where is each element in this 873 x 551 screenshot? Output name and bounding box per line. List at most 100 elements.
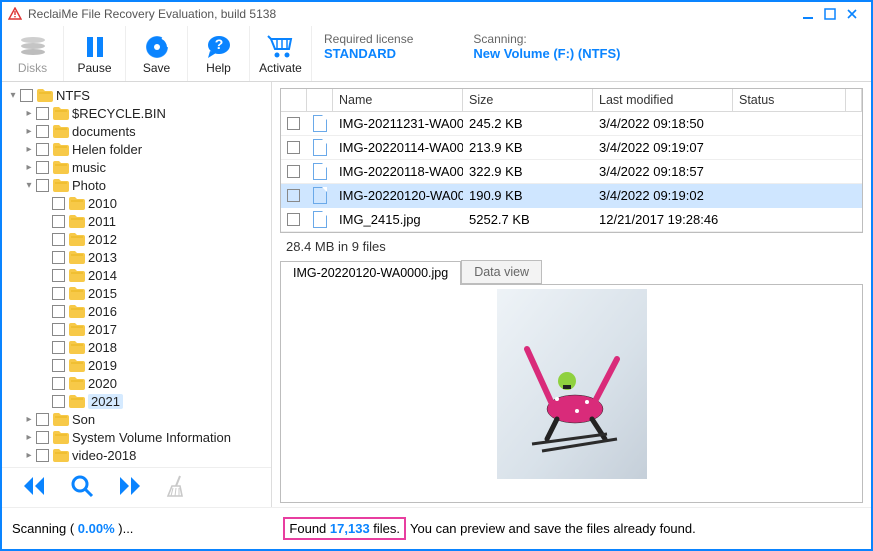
- tree-checkbox[interactable]: [36, 413, 49, 426]
- tree-checkbox[interactable]: [36, 125, 49, 138]
- tree-item[interactable]: ▸video-2019: [4, 464, 271, 467]
- row-checkbox[interactable]: [287, 213, 300, 226]
- tab-preview[interactable]: IMG-20220120-WA0000.jpg: [280, 261, 461, 285]
- close-button[interactable]: [845, 6, 865, 22]
- row-checkbox[interactable]: [287, 117, 300, 130]
- table-row[interactable]: IMG-20220120-WA00...190.9 KB3/4/2022 09:…: [281, 184, 862, 208]
- col-check[interactable]: [281, 89, 307, 112]
- table-row[interactable]: IMG-20220114-WA00...213.9 KB3/4/2022 09:…: [281, 136, 862, 160]
- save-button[interactable]: Save: [126, 26, 188, 81]
- tree-item[interactable]: 2015: [4, 284, 271, 302]
- expand-icon[interactable]: ▸: [22, 450, 36, 461]
- tree-item[interactable]: ▸$RECYCLE.BIN: [4, 104, 271, 122]
- cell-status: [733, 160, 846, 184]
- maximize-button[interactable]: [823, 6, 843, 22]
- tree-checkbox[interactable]: [52, 377, 65, 390]
- cell-name: IMG-20220118-WA00...: [333, 160, 463, 184]
- tree-item[interactable]: ▸Helen folder: [4, 140, 271, 158]
- tree-checkbox[interactable]: [36, 143, 49, 156]
- tree-checkbox[interactable]: [36, 179, 49, 192]
- cell-status: [733, 112, 846, 136]
- tree-item[interactable]: 2011: [4, 212, 271, 230]
- disks-button[interactable]: Disks: [2, 26, 64, 81]
- nav-last-icon[interactable]: [118, 475, 142, 500]
- tree-item[interactable]: 2013: [4, 248, 271, 266]
- row-checkbox[interactable]: [287, 141, 300, 154]
- col-status[interactable]: Status: [733, 89, 846, 112]
- tree-item[interactable]: ▸System Volume Information: [4, 428, 271, 446]
- expand-icon[interactable]: ▸: [22, 108, 36, 119]
- minimize-button[interactable]: [801, 6, 821, 22]
- info-panel: Required license STANDARD Scanning: New …: [312, 26, 871, 81]
- tree-item[interactable]: 2014: [4, 266, 271, 284]
- tree-checkbox[interactable]: [36, 449, 49, 462]
- required-license-label: Required license: [324, 32, 413, 46]
- tree-item[interactable]: 2018: [4, 338, 271, 356]
- col-modified[interactable]: Last modified: [593, 89, 733, 112]
- folder-icon: [53, 142, 69, 156]
- tree-checkbox[interactable]: [20, 89, 33, 102]
- expand-icon[interactable]: ▸: [22, 126, 36, 137]
- expand-icon[interactable]: ▸: [22, 162, 36, 173]
- tree-checkbox[interactable]: [52, 233, 65, 246]
- expand-icon[interactable]: ▸: [22, 144, 36, 155]
- search-icon[interactable]: [70, 474, 94, 501]
- tree-checkbox[interactable]: [36, 431, 49, 444]
- tree-item[interactable]: ▸video-2018: [4, 446, 271, 464]
- tree-checkbox[interactable]: [36, 161, 49, 174]
- folder-icon: [69, 394, 85, 408]
- tree-item[interactable]: ▾NTFS: [4, 86, 271, 104]
- folder-icon: [53, 466, 69, 467]
- tree-checkbox[interactable]: [52, 251, 65, 264]
- row-checkbox[interactable]: [287, 189, 300, 202]
- row-checkbox[interactable]: [287, 165, 300, 178]
- tab-data-view[interactable]: Data view: [461, 260, 542, 284]
- folder-tree[interactable]: ▾NTFS▸$RECYCLE.BIN▸documents▸Helen folde…: [2, 82, 271, 467]
- col-icon[interactable]: [307, 89, 333, 112]
- tree-item[interactable]: 2016: [4, 302, 271, 320]
- cell-status: [733, 208, 846, 232]
- table-header: Name Size Last modified Status: [281, 89, 862, 112]
- collapse-icon[interactable]: ▾: [22, 180, 36, 191]
- help-button[interactable]: ? Help: [188, 26, 250, 81]
- tree-checkbox[interactable]: [36, 467, 49, 468]
- tree-checkbox[interactable]: [52, 287, 65, 300]
- tree-checkbox[interactable]: [52, 359, 65, 372]
- preview-area: [280, 285, 863, 503]
- broom-icon[interactable]: [166, 474, 188, 501]
- file-icon: [313, 211, 327, 228]
- tree-checkbox[interactable]: [52, 269, 65, 282]
- activate-button[interactable]: Activate: [250, 26, 312, 81]
- tree-checkbox[interactable]: [36, 107, 49, 120]
- table-row[interactable]: IMG-20211231-WA00...245.2 KB3/4/2022 09:…: [281, 112, 862, 136]
- expand-icon[interactable]: ▸: [22, 432, 36, 443]
- table-row[interactable]: IMG-20220118-WA00...322.9 KB3/4/2022 09:…: [281, 160, 862, 184]
- scanning-target[interactable]: New Volume (F:) (NTFS): [473, 46, 620, 61]
- tree-item[interactable]: 2021: [4, 392, 271, 410]
- table-row[interactable]: IMG_2415.jpg5252.7 KB12/21/2017 19:28:46: [281, 208, 862, 232]
- tree-item[interactable]: 2020: [4, 374, 271, 392]
- tree-item[interactable]: ▸Son: [4, 410, 271, 428]
- cell-size: 5252.7 KB: [463, 208, 593, 232]
- tree-item[interactable]: 2012: [4, 230, 271, 248]
- expand-icon[interactable]: ▸: [22, 414, 36, 425]
- cell-mod: 3/4/2022 09:18:50: [593, 112, 733, 136]
- tree-checkbox[interactable]: [52, 323, 65, 336]
- tree-checkbox[interactable]: [52, 341, 65, 354]
- tree-item[interactable]: ▸documents: [4, 122, 271, 140]
- col-size[interactable]: Size: [463, 89, 593, 112]
- tree-checkbox[interactable]: [52, 305, 65, 318]
- tree-checkbox[interactable]: [52, 395, 65, 408]
- pause-button[interactable]: Pause: [64, 26, 126, 81]
- tree-item[interactable]: 2017: [4, 320, 271, 338]
- tree-item[interactable]: 2019: [4, 356, 271, 374]
- nav-first-icon[interactable]: [22, 475, 46, 500]
- tree-item[interactable]: ▾Photo: [4, 176, 271, 194]
- tree-item[interactable]: ▸music: [4, 158, 271, 176]
- collapse-icon[interactable]: ▾: [6, 90, 20, 101]
- tree-checkbox[interactable]: [52, 215, 65, 228]
- tree-checkbox[interactable]: [52, 197, 65, 210]
- folder-icon: [69, 340, 85, 354]
- tree-item[interactable]: 2010: [4, 194, 271, 212]
- col-name[interactable]: Name: [333, 89, 463, 112]
